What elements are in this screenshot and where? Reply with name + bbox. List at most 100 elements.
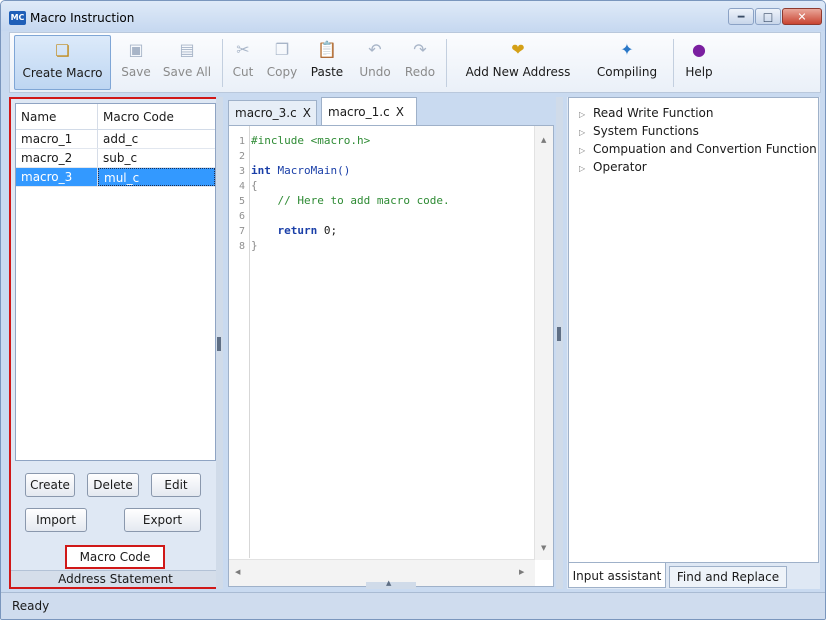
close-tab-icon[interactable]: X bbox=[396, 105, 404, 119]
code-line: 4{ bbox=[229, 178, 535, 193]
line-number: 3 bbox=[238, 166, 245, 177]
copy-label: Copy bbox=[266, 65, 298, 79]
maximize-button[interactable]: □ bbox=[755, 8, 781, 25]
delete-button[interactable]: Delete bbox=[87, 473, 139, 497]
tree-item-read-write[interactable]: ▷ Read Write Function bbox=[579, 104, 714, 122]
paste-button[interactable]: 📋 Paste bbox=[306, 35, 348, 90]
left-splitter[interactable] bbox=[216, 97, 223, 589]
undo-icon: ↶ bbox=[368, 40, 382, 59]
title-bar: MC Macro Instruction ━ □ ✕ bbox=[1, 1, 825, 31]
macro-name-cell: macro_1 bbox=[16, 130, 98, 148]
open-brace: { bbox=[251, 179, 258, 192]
splitter-grip bbox=[217, 337, 221, 351]
save-button[interactable]: ▣ Save bbox=[118, 35, 154, 90]
line-number: 8 bbox=[238, 241, 245, 252]
tab-find-and-replace[interactable]: Find and Replace bbox=[669, 566, 787, 588]
minimize-button[interactable]: ━ bbox=[728, 8, 754, 25]
right-splitter[interactable] bbox=[556, 97, 563, 589]
toolbar-separator bbox=[222, 39, 223, 87]
table-row[interactable]: macro_1 add_c bbox=[16, 130, 215, 149]
include-directive: #include <macro.h> bbox=[251, 134, 371, 147]
paste-label: Paste bbox=[310, 65, 344, 79]
line-number: 1 bbox=[238, 136, 245, 147]
window-title: Macro Instruction bbox=[30, 11, 135, 25]
table-row[interactable]: macro_2 sub_c bbox=[16, 149, 215, 168]
add-new-address-label: Add New Address bbox=[465, 65, 571, 79]
splitter-up-icon: ▲ bbox=[386, 579, 392, 587]
macro-name-cell: macro_3 bbox=[16, 168, 98, 186]
cut-label: Cut bbox=[232, 65, 254, 79]
vertical-scrollbar[interactable]: ▲ ▼ bbox=[534, 126, 553, 560]
tree-item-system-functions[interactable]: ▷ System Functions bbox=[579, 122, 699, 140]
code-line: 8} bbox=[229, 238, 535, 253]
table-row-selected[interactable]: macro_3 mul_c bbox=[16, 168, 215, 187]
export-button[interactable]: Export bbox=[124, 508, 201, 532]
compiling-button[interactable]: ✦ Compiling bbox=[587, 35, 667, 90]
scroll-right-icon[interactable]: ▶ bbox=[519, 568, 524, 576]
splitter-grip bbox=[557, 327, 561, 341]
tab-label: macro_3.c bbox=[235, 106, 297, 120]
macro-code-cell: sub_c bbox=[103, 151, 138, 165]
undo-label: Undo bbox=[359, 65, 391, 79]
undo-button[interactable]: ↶ Undo bbox=[355, 35, 395, 90]
close-button[interactable]: ✕ bbox=[782, 8, 822, 25]
copy-icon: ❐ bbox=[274, 40, 290, 59]
macro-code-cell: add_c bbox=[103, 132, 139, 146]
column-header-macro-code[interactable]: Macro Code bbox=[98, 104, 215, 129]
compiling-label: Compiling bbox=[596, 65, 658, 79]
macro-list-panel: Name Macro Code macro_1 add_c macro_2 su… bbox=[9, 97, 222, 589]
redo-icon: ↷ bbox=[413, 40, 427, 59]
create-macro-button[interactable]: ❏ Create Macro bbox=[14, 35, 111, 90]
table-header: Name Macro Code bbox=[16, 104, 215, 130]
scroll-up-icon[interactable]: ▲ bbox=[541, 136, 546, 144]
scissors-icon: ✂ bbox=[236, 40, 250, 59]
bottom-splitter[interactable]: ▲ bbox=[366, 579, 416, 589]
tab-macro-code[interactable]: Macro Code bbox=[65, 545, 165, 569]
close-brace: } bbox=[251, 239, 258, 252]
close-icon: ✕ bbox=[797, 10, 807, 23]
keyword-return: return bbox=[251, 224, 318, 237]
maximize-icon: □ bbox=[762, 10, 774, 23]
compile-icon: ✦ bbox=[620, 40, 634, 59]
create-macro-icon: ❏ bbox=[55, 41, 70, 60]
tab-macro-3[interactable]: macro_3.c X bbox=[228, 100, 317, 126]
code-line: 1 #include <macro.h> bbox=[229, 133, 535, 148]
copy-button[interactable]: ❐ Copy bbox=[263, 35, 301, 90]
toolbar-separator bbox=[446, 39, 447, 87]
return-value: 0; bbox=[317, 224, 338, 237]
tab-macro-1[interactable]: macro_1.c X bbox=[321, 97, 417, 126]
tree-item-label: Compuation and Convertion Function bbox=[593, 142, 817, 156]
code-line: 2 bbox=[229, 148, 535, 163]
tab-address-statement[interactable]: Address Statement bbox=[11, 570, 220, 587]
import-button[interactable]: Import bbox=[25, 508, 87, 532]
close-tab-icon[interactable]: X bbox=[303, 106, 311, 120]
function-signature: MacroMain() bbox=[270, 164, 351, 177]
edit-button[interactable]: Edit bbox=[151, 473, 201, 497]
code-line: 5 // Here to add macro code. bbox=[229, 193, 535, 208]
keyword-int: int bbox=[251, 164, 271, 177]
tree-item-operator[interactable]: ▷ Operator bbox=[579, 158, 647, 176]
status-bar: Ready bbox=[1, 592, 825, 619]
function-tree: ▷ Read Write Function ▷ System Functions ▷… bbox=[568, 97, 819, 563]
add-new-address-button[interactable]: ❤ Add New Address bbox=[453, 35, 583, 90]
scroll-left-icon[interactable]: ◀ bbox=[235, 568, 240, 576]
tab-input-assistant[interactable]: Input assistant bbox=[568, 563, 666, 588]
tree-item-computation[interactable]: ▷ Compuation and Convertion Function bbox=[579, 140, 817, 158]
save-all-button[interactable]: ▤ Save All bbox=[159, 35, 215, 90]
cut-button[interactable]: ✂ Cut bbox=[229, 35, 257, 90]
expand-icon: ▷ bbox=[579, 164, 586, 173]
help-button[interactable]: ● Help bbox=[681, 35, 717, 90]
toolbar-separator bbox=[673, 39, 674, 87]
paste-icon: 📋 bbox=[317, 40, 337, 59]
line-number: 2 bbox=[238, 151, 245, 162]
app-icon: MC bbox=[9, 11, 26, 25]
tree-item-label: Operator bbox=[593, 160, 647, 174]
create-button[interactable]: Create bbox=[25, 473, 75, 497]
code-comment: // Here to add macro code. bbox=[251, 194, 450, 207]
column-header-name[interactable]: Name bbox=[16, 104, 98, 129]
code-editor[interactable]: 1 #include <macro.h> 2 3 int MacroMain() 4… bbox=[228, 125, 554, 587]
line-number: 4 bbox=[238, 181, 245, 192]
redo-button[interactable]: ↷ Redo bbox=[401, 35, 439, 90]
tree-item-label: Read Write Function bbox=[593, 106, 714, 120]
scroll-down-icon[interactable]: ▼ bbox=[541, 544, 546, 552]
